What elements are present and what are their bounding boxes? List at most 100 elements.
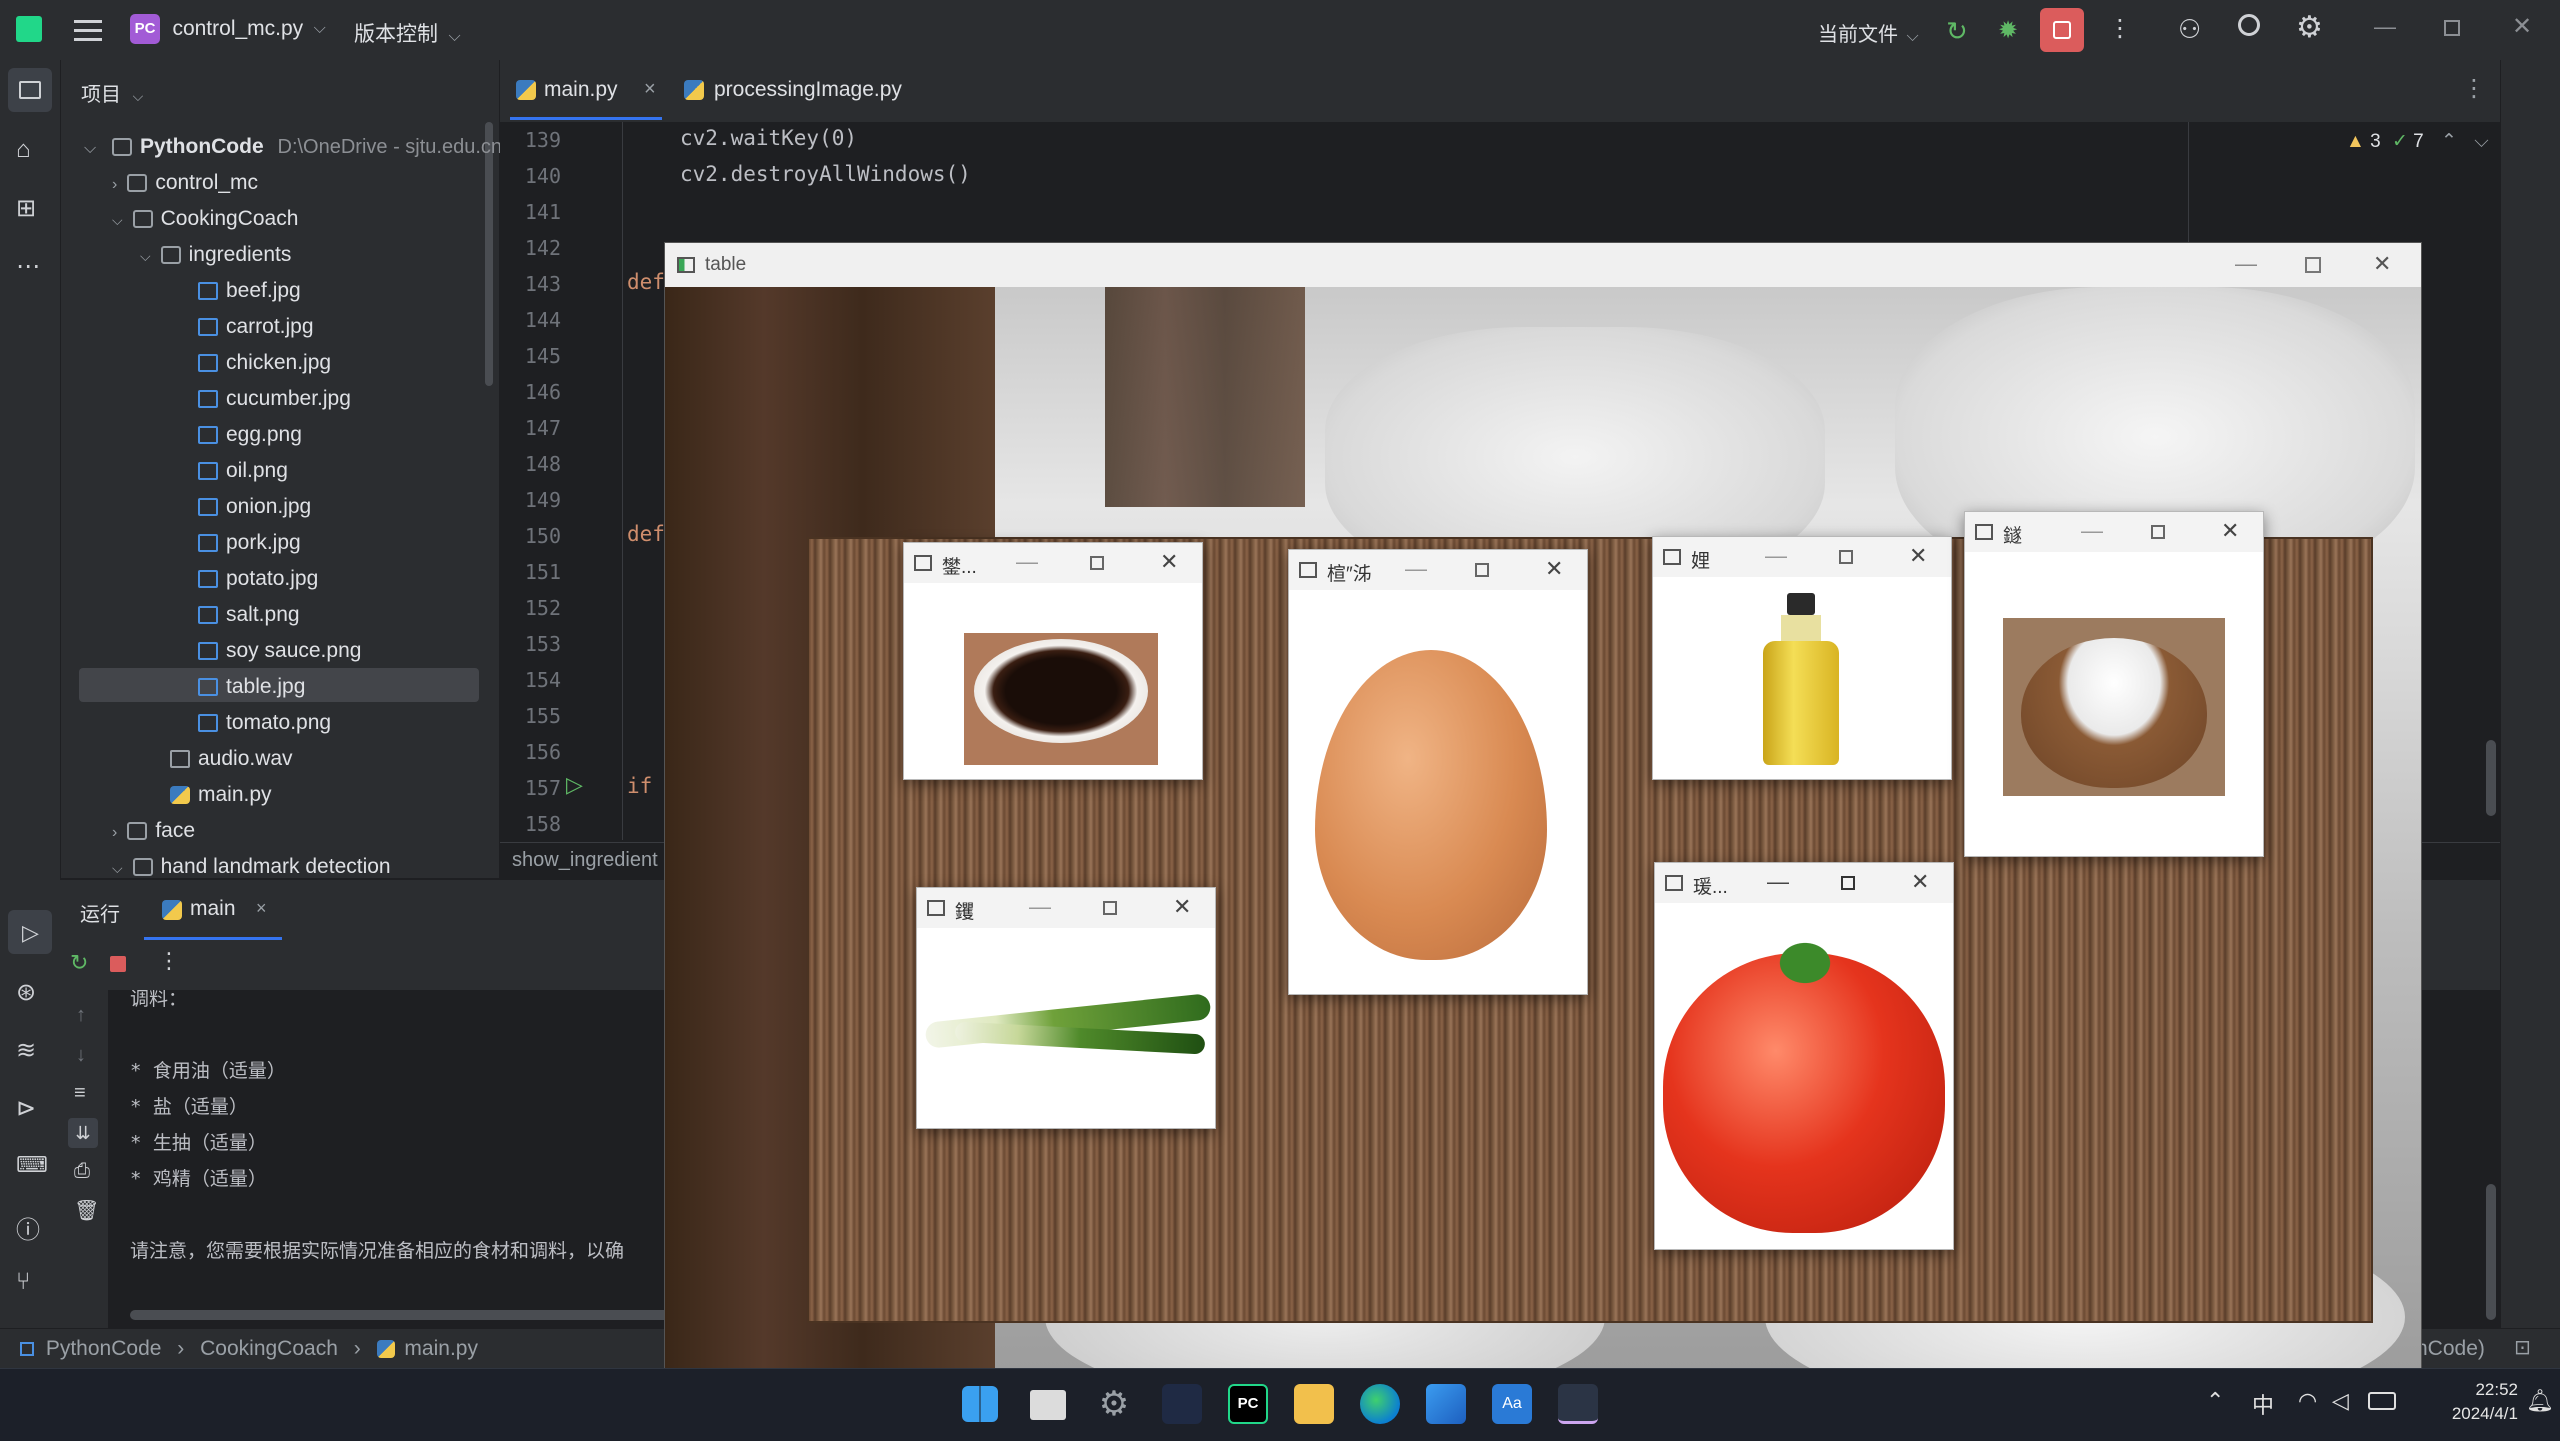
- chevron-up-icon[interactable]: ⌃: [2441, 131, 2457, 152]
- edge-browser-icon[interactable]: [1360, 1384, 1400, 1424]
- tree-item-ingredients[interactable]: ⌵ ingredients: [140, 238, 291, 272]
- tree-item-onion[interactable]: onion.jpg: [198, 490, 311, 524]
- tab-processing-image[interactable]: processingImage.py: [684, 60, 924, 120]
- minimize-button[interactable]: —: [2374, 14, 2396, 40]
- close-button[interactable]: ✕: [2512, 12, 2532, 41]
- tree-item-main-py[interactable]: main.py: [170, 778, 272, 812]
- task-view-icon[interactable]: [1030, 1390, 1066, 1420]
- close-button[interactable]: ✕: [1173, 894, 1191, 920]
- ingredient-window-salt[interactable]: 鐩 — ✕: [1964, 511, 2264, 857]
- volume-icon[interactable]: ◁: [2332, 1388, 2349, 1414]
- window-titlebar[interactable]: 鐢... — ✕: [904, 543, 1202, 583]
- settings-icon[interactable]: ⚙: [2296, 10, 2323, 45]
- project-view-selector[interactable]: 项目 ⌵: [81, 78, 143, 107]
- maximize-button[interactable]: [1090, 556, 1104, 570]
- print-icon[interactable]: ⎙: [74, 1160, 90, 1183]
- structure-icon[interactable]: ⊞: [16, 194, 36, 223]
- windows-start-icon[interactable]: [962, 1386, 998, 1422]
- ime-indicator[interactable]: 中: [2252, 1388, 2274, 1420]
- breadcrumb-function[interactable]: show_ingredient: [512, 849, 658, 872]
- tree-item-root[interactable]: ⌵ PythonCode D:\OneDrive - sjtu.edu.cn: [84, 130, 502, 164]
- maximize-button[interactable]: [1839, 550, 1853, 564]
- tree-item-potato[interactable]: potato.jpg: [198, 562, 318, 596]
- console-output[interactable]: 调料： * 食用油（适量） * 盐（适量） * 生抽（适量） * 鸡精（适量） …: [110, 990, 670, 1326]
- battery-icon[interactable]: [2368, 1392, 2396, 1410]
- close-button[interactable]: ✕: [1909, 543, 1927, 569]
- minimize-button[interactable]: —: [1765, 543, 1787, 569]
- minimize-button[interactable]: —: [1016, 549, 1038, 575]
- more-actions-icon[interactable]: ⋮: [2108, 14, 2132, 43]
- main-menu-icon[interactable]: [74, 18, 102, 42]
- project-widget[interactable]: PC control_mc.py ⌵: [130, 14, 326, 46]
- tree-item-face[interactable]: › face: [112, 814, 195, 848]
- breadcrumb-item[interactable]: PythonCode: [46, 1337, 162, 1360]
- clock[interactable]: 22:52 2024/4/1: [2418, 1378, 2518, 1426]
- notification-center-icon[interactable]: 🔔︎: [2526, 1388, 2554, 1414]
- terminal-icon[interactable]: ⌨: [16, 1152, 48, 1178]
- add-user-icon[interactable]: ⚇: [2178, 14, 2201, 45]
- python-app-icon[interactable]: [1558, 1384, 1598, 1424]
- translator-app-icon[interactable]: Aa: [1492, 1384, 1532, 1424]
- minimize-button[interactable]: —: [1029, 894, 1051, 920]
- run-config-selector[interactable]: 当前文件 ⌵: [1818, 18, 1919, 47]
- minimize-button[interactable]: —: [2235, 251, 2257, 277]
- breadcrumb-item[interactable]: main.py: [404, 1337, 478, 1360]
- maximize-button[interactable]: [1103, 901, 1117, 915]
- close-button[interactable]: ✕: [1911, 869, 1929, 895]
- stop-icon[interactable]: [110, 956, 126, 972]
- minimize-button[interactable]: —: [1767, 869, 1789, 895]
- console-hscrollbar[interactable]: [130, 1310, 670, 1320]
- tab-options-icon[interactable]: ⋮: [2462, 74, 2486, 103]
- tray-chevron-up-icon[interactable]: ⌃: [2206, 1388, 2224, 1414]
- learn-icon[interactable]: ⌂: [16, 136, 31, 164]
- window-titlebar[interactable]: 娌 — ✕: [1653, 537, 1951, 577]
- close-icon[interactable]: ×: [644, 78, 656, 101]
- maximize-button[interactable]: [2444, 20, 2460, 36]
- close-icon[interactable]: ×: [256, 898, 267, 919]
- close-button[interactable]: ✕: [2373, 251, 2391, 277]
- pycharm-taskbar-icon[interactable]: PC: [1228, 1384, 1268, 1424]
- search-icon[interactable]: [2238, 14, 2260, 36]
- tree-item-egg[interactable]: egg.png: [198, 418, 302, 452]
- ingredient-window-tomato[interactable]: 瑗... — ✕: [1654, 862, 1954, 1250]
- trash-icon[interactable]: 🗑︎: [74, 1198, 99, 1223]
- rerun-icon[interactable]: ↻: [1946, 16, 1968, 47]
- tree-item-cookingcoach[interactable]: ⌵ CookingCoach: [112, 202, 298, 236]
- tree-item-tomato[interactable]: tomato.png: [198, 706, 331, 740]
- tree-item-beef[interactable]: beef.jpg: [198, 274, 301, 308]
- tree-item-pork[interactable]: pork.jpg: [198, 526, 301, 560]
- rerun-icon[interactable]: ↻: [70, 950, 88, 976]
- tree-item-soy-sauce[interactable]: soy sauce.png: [198, 634, 361, 668]
- project-tool-button[interactable]: [8, 68, 52, 112]
- close-button[interactable]: ✕: [1545, 556, 1563, 582]
- problems-icon[interactable]: ⓘ: [16, 1210, 40, 1245]
- settings-app-icon[interactable]: ⚙: [1094, 1384, 1134, 1424]
- photos-app-icon[interactable]: [1426, 1384, 1466, 1424]
- breadcrumb-item[interactable]: CookingCoach: [200, 1337, 338, 1360]
- scroll-to-end-icon[interactable]: ⇊: [68, 1118, 98, 1148]
- more-actions-icon[interactable]: ⋮: [158, 948, 180, 974]
- interpreter-label[interactable]: nCode): [2416, 1337, 2485, 1361]
- run-tool-button[interactable]: ▷: [8, 910, 52, 954]
- close-button[interactable]: ✕: [2221, 518, 2239, 544]
- minimize-button[interactable]: —: [2081, 518, 2103, 544]
- lock-icon[interactable]: ⊡: [2514, 1335, 2531, 1360]
- tree-item-carrot[interactable]: carrot.jpg: [198, 310, 314, 344]
- layers-icon[interactable]: ≋: [16, 1036, 36, 1065]
- git-icon[interactable]: ⑂: [16, 1268, 30, 1296]
- tree-item-audio[interactable]: audio.wav: [170, 742, 293, 776]
- tree-item-chicken[interactable]: chicken.jpg: [198, 346, 331, 380]
- maximize-button[interactable]: [1841, 876, 1855, 890]
- tree-item-cucumber[interactable]: cucumber.jpg: [198, 382, 351, 416]
- window-titlebar[interactable]: 鐩 — ✕: [1965, 512, 2263, 552]
- tab-main-py[interactable]: main.py ×: [510, 60, 662, 120]
- vcs-widget[interactable]: 版本控制 ⌵: [354, 18, 461, 48]
- run-gutter-icon[interactable]: ▷: [566, 772, 583, 798]
- tree-item-hand-landmark[interactable]: ⌵ hand landmark detection: [112, 850, 391, 876]
- tree-item-table[interactable]: table.jpg: [198, 670, 305, 704]
- ingredient-window-scallion[interactable]: 钁 — ✕: [916, 887, 1216, 1129]
- minimize-button[interactable]: —: [1405, 556, 1427, 582]
- close-button[interactable]: ✕: [1160, 549, 1178, 575]
- tree-item-control-mc[interactable]: › control_mc: [112, 166, 258, 200]
- tree-item-oil[interactable]: oil.png: [198, 454, 288, 488]
